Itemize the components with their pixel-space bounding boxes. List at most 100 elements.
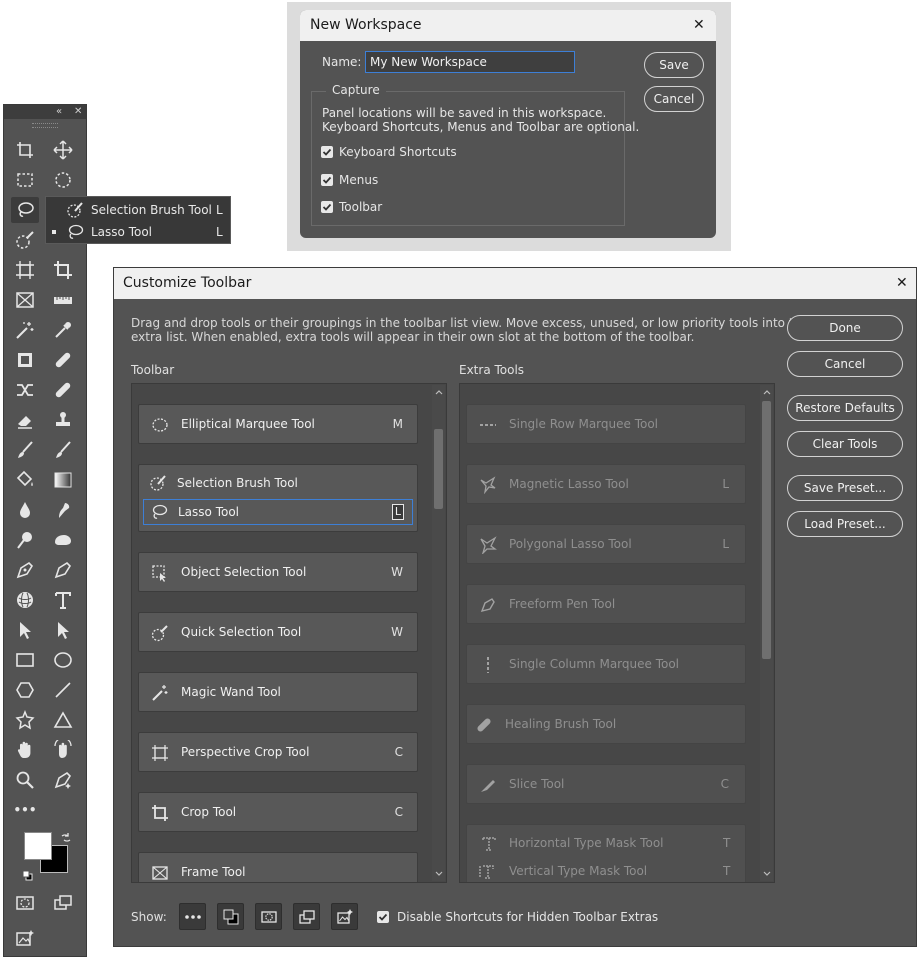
- object-selection-icon[interactable]: [11, 347, 39, 373]
- extra-item-magnetic-lasso[interactable]: Magnetic Lasso Tool L: [466, 464, 746, 504]
- generate-image-icon[interactable]: [11, 925, 39, 951]
- zoom-icon[interactable]: [11, 767, 39, 793]
- ellipse-marquee-icon[interactable]: [49, 167, 77, 193]
- freeform-pen-icon[interactable]: [49, 557, 77, 583]
- checkbox-checked-icon[interactable]: [321, 146, 333, 158]
- smudge-icon[interactable]: [49, 497, 77, 523]
- close-icon[interactable]: ✕: [896, 268, 908, 299]
- show-extra-tools-button[interactable]: [179, 903, 206, 930]
- scrollbar-thumb[interactable]: [762, 401, 771, 659]
- path-selection-icon[interactable]: [11, 617, 39, 643]
- collapse-icon[interactable]: «: [56, 105, 62, 119]
- paint-bucket-icon[interactable]: [11, 467, 39, 493]
- show-screen-mode-button[interactable]: [293, 903, 320, 930]
- blur-icon[interactable]: [11, 497, 39, 523]
- keyboard-shortcuts-option[interactable]: Keyboard Shortcuts: [321, 144, 521, 160]
- dodge-icon[interactable]: [11, 527, 39, 553]
- toolbar-item-crop[interactable]: Crop Tool C: [138, 792, 418, 832]
- menus-option[interactable]: Menus: [321, 172, 521, 188]
- triangle-icon[interactable]: [49, 707, 77, 733]
- grip-handle[interactable]: [32, 123, 58, 128]
- brush-icon[interactable]: [49, 437, 77, 463]
- toolbar-group-lasso[interactable]: Selection Brush Tool Lasso Tool L: [138, 464, 418, 532]
- sponge-icon[interactable]: [49, 527, 77, 553]
- scroll-down-icon[interactable]: [763, 871, 771, 877]
- rectangle-icon[interactable]: [11, 647, 39, 673]
- rect-marquee-icon[interactable]: [11, 167, 39, 193]
- toolbar-item-perspective-crop[interactable]: Perspective Crop Tool C: [138, 732, 418, 772]
- brush-mixer-icon[interactable]: [11, 437, 39, 463]
- scroll-up-icon[interactable]: [435, 389, 443, 395]
- clear-tools-button[interactable]: Clear Tools: [787, 431, 903, 457]
- disable-shortcuts-option[interactable]: Disable Shortcuts for Hidden Toolbar Ext…: [377, 909, 677, 925]
- foreground-color-swatch[interactable]: [24, 832, 52, 860]
- polygon-icon[interactable]: [11, 677, 39, 703]
- checkbox-checked-icon[interactable]: [377, 911, 389, 923]
- lasso-icon[interactable]: [11, 197, 39, 223]
- default-colors-icon[interactable]: [22, 870, 33, 881]
- gradient-icon[interactable]: [49, 467, 77, 493]
- direct-selection-icon[interactable]: [49, 617, 77, 643]
- extra-item-polygonal-lasso[interactable]: Polygonal Lasso Tool L: [466, 524, 746, 564]
- move-icon[interactable]: [49, 137, 77, 163]
- crop-icon[interactable]: [49, 257, 77, 283]
- generative-fill-icon[interactable]: [49, 767, 77, 793]
- checkbox-checked-icon[interactable]: [321, 201, 333, 213]
- save-button[interactable]: Save: [644, 52, 704, 78]
- extra-tools-list[interactable]: Single Row Marquee Tool Magnetic Lasso T…: [459, 383, 775, 883]
- flyout-item-selection-brush[interactable]: Selection Brush Tool L: [46, 199, 230, 221]
- tools-panel-header[interactable]: « ✕: [4, 105, 86, 119]
- quick-selection-icon[interactable]: [11, 227, 39, 253]
- toolbar-list[interactable]: Elliptical Marquee Tool M Selection Brus…: [131, 383, 447, 883]
- toolbar-item-object-selection[interactable]: Object Selection Tool W: [138, 552, 418, 592]
- scroll-down-icon[interactable]: [435, 871, 443, 877]
- load-preset-button[interactable]: Load Preset...: [787, 511, 903, 537]
- patch-icon[interactable]: [49, 377, 77, 403]
- pen-icon[interactable]: [11, 557, 39, 583]
- quick-mask-icon[interactable]: [11, 890, 39, 916]
- 3d-icon[interactable]: [11, 587, 39, 613]
- show-generate-image-button[interactable]: [331, 903, 358, 930]
- line-icon[interactable]: [49, 677, 77, 703]
- extra-group-type-mask[interactable]: Horizontal Type Mask Tool T Vertical Typ…: [466, 824, 746, 882]
- name-input[interactable]: My New Workspace: [365, 51, 575, 73]
- rotate-view-icon[interactable]: [49, 737, 77, 763]
- content-aware-move-icon[interactable]: [11, 377, 39, 403]
- frame-icon[interactable]: [11, 287, 39, 313]
- eraser-icon[interactable]: [11, 407, 39, 433]
- show-quick-mask-button[interactable]: [255, 903, 282, 930]
- type-icon[interactable]: [49, 587, 77, 613]
- extra-item-slice[interactable]: Slice Tool C: [466, 764, 746, 804]
- extra-item-single-row-marquee[interactable]: Single Row Marquee Tool: [466, 404, 746, 444]
- show-colors-button[interactable]: [217, 903, 244, 930]
- checkbox-checked-icon[interactable]: [321, 174, 333, 186]
- toolbar-item-quick-selection[interactable]: Quick Selection Tool W: [138, 612, 418, 652]
- stamp-icon[interactable]: [49, 407, 77, 433]
- scroll-up-icon[interactable]: [763, 389, 771, 395]
- toolbar-list-scrollbar[interactable]: [432, 385, 445, 881]
- toolbar-item-magic-wand[interactable]: Magic Wand Tool: [138, 672, 418, 712]
- extra-item-single-column-marquee[interactable]: Single Column Marquee Tool: [466, 644, 746, 684]
- artboard-icon[interactable]: [11, 137, 39, 163]
- toolbar-item-lasso[interactable]: Lasso Tool L: [143, 499, 413, 525]
- shortcut-key-editor[interactable]: L: [392, 504, 404, 520]
- extra-item-healing-brush[interactable]: Healing Brush Tool: [466, 704, 746, 744]
- close-icon[interactable]: ✕: [693, 10, 705, 41]
- magic-wand-icon[interactable]: [11, 317, 39, 343]
- ellipse-icon[interactable]: [49, 647, 77, 673]
- restore-defaults-button[interactable]: Restore Defaults: [787, 395, 903, 421]
- done-button[interactable]: Done: [787, 315, 903, 341]
- screen-mode-icon[interactable]: [49, 890, 77, 916]
- cancel-button[interactable]: Cancel: [787, 351, 903, 377]
- scrollbar-thumb[interactable]: [434, 429, 443, 509]
- perspective-crop-icon[interactable]: [11, 257, 39, 283]
- flyout-item-lasso[interactable]: Lasso Tool L: [46, 221, 230, 243]
- toolbar-option[interactable]: Toolbar: [321, 199, 521, 215]
- custom-shape-icon[interactable]: [11, 707, 39, 733]
- save-preset-button[interactable]: Save Preset...: [787, 475, 903, 501]
- cancel-button[interactable]: Cancel: [644, 86, 704, 112]
- close-icon[interactable]: ✕: [74, 105, 82, 119]
- toolbar-item-frame[interactable]: Frame Tool: [138, 852, 418, 882]
- swap-colors-icon[interactable]: [60, 832, 72, 844]
- ruler-icon[interactable]: [49, 287, 77, 313]
